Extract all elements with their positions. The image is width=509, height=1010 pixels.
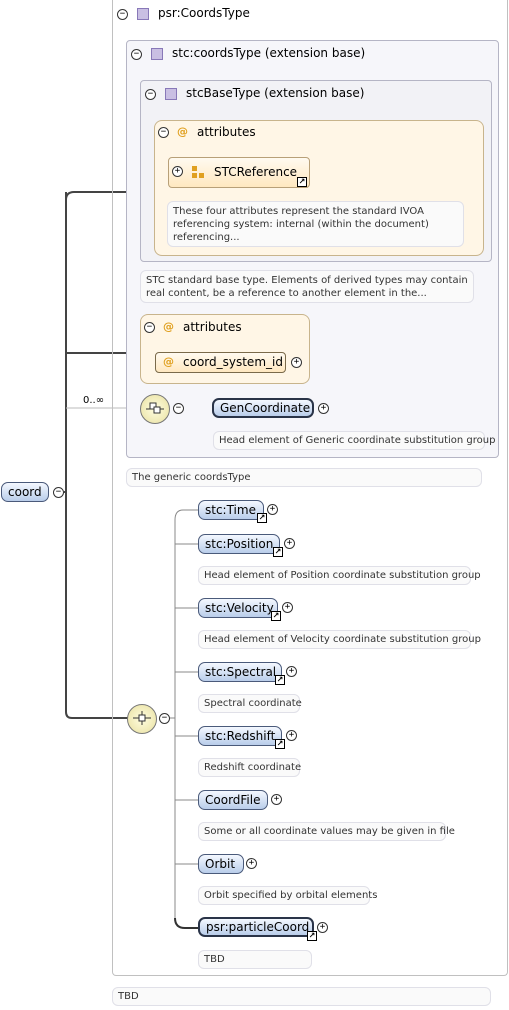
element-gencoordinate[interactable]: GenCoordinate <box>212 398 314 418</box>
collapse-icon[interactable]: − <box>53 487 64 498</box>
cardinality-label: 0..∞ <box>83 395 105 406</box>
expand-icon[interactable]: + <box>318 403 329 414</box>
expand-icon[interactable]: + <box>286 666 297 677</box>
annotation: These four attributes represent the stan… <box>167 201 464 247</box>
link-arrow-icon[interactable]: ↗ <box>257 513 267 523</box>
link-arrow-icon[interactable]: ↗ <box>275 739 285 749</box>
link-arrow-icon[interactable]: ↗ <box>275 675 285 685</box>
element-stc-time[interactable]: stc:Time <box>198 500 264 520</box>
link-arrow-icon[interactable]: ↗ <box>271 611 281 621</box>
attribute-group-icon <box>192 166 204 178</box>
annotation: Head element of Generic coordinate subst… <box>213 431 495 450</box>
annotation: Orbit specified by orbital elements <box>198 886 377 905</box>
expand-icon[interactable]: + <box>317 922 328 933</box>
element-stc-position[interactable]: stc:Position <box>198 534 280 554</box>
collapse-icon[interactable]: − <box>145 89 156 100</box>
expand-icon[interactable]: + <box>286 730 297 741</box>
expand-icon[interactable]: + <box>267 504 278 515</box>
attribute-icon: @ <box>163 320 174 333</box>
attribute-icon: @ <box>177 125 188 138</box>
element-stc-spectral[interactable]: stc:Spectral <box>198 662 282 682</box>
collapse-icon[interactable]: − <box>159 713 170 724</box>
type-panel-title: psr:CoordsType <box>158 6 250 20</box>
collapse-icon[interactable]: − <box>173 403 184 414</box>
expand-icon[interactable]: + <box>246 858 257 869</box>
annotation: Redshift coordinate <box>198 758 301 777</box>
annotation: Head element of Velocity coordinate subs… <box>198 630 481 649</box>
expand-icon[interactable]: + <box>172 166 183 177</box>
stcreference-label: STCReference <box>214 165 298 179</box>
link-arrow-icon[interactable]: ↗ <box>273 547 283 557</box>
annotation: TBD <box>112 987 491 1006</box>
annotation: STC standard base type. Elements of deri… <box>140 270 474 303</box>
root-element-coord[interactable]: coord <box>1 482 49 502</box>
collapse-icon[interactable]: − <box>131 49 142 60</box>
link-arrow-icon[interactable]: ↗ <box>297 177 307 187</box>
attribute-group-title: attributes <box>197 125 256 139</box>
link-arrow-icon[interactable]: ↗ <box>307 931 317 941</box>
collapse-icon[interactable]: − <box>144 322 155 333</box>
annotation: Some or all coordinate values may be giv… <box>198 822 455 841</box>
choice-icon[interactable] <box>127 704 157 734</box>
expand-icon[interactable]: + <box>291 357 302 368</box>
element-psr-particlecoord[interactable]: psr:particleCoord <box>198 917 314 937</box>
attribute-label: coord_system_id <box>183 355 283 369</box>
element-stc-velocity[interactable]: stc:Velocity <box>198 598 278 618</box>
collapse-icon[interactable]: − <box>158 127 169 138</box>
element-orbit[interactable]: Orbit <box>198 854 244 874</box>
expand-icon[interactable]: + <box>284 538 295 549</box>
complex-type-icon <box>137 8 149 20</box>
collapse-icon[interactable]: − <box>117 9 128 20</box>
extension-panel-title: stc:coordsType (extension base) <box>172 46 366 60</box>
element-coordfile[interactable]: CoordFile <box>198 790 268 810</box>
attribute-group-title: attributes <box>183 320 242 334</box>
annotation: Spectral coordinate <box>198 694 302 713</box>
annotation: Head element of Position coordinate subs… <box>198 566 481 585</box>
annotation: TBD <box>198 950 312 969</box>
expand-icon[interactable]: + <box>282 602 293 613</box>
element-stc-redshift[interactable]: stc:Redshift <box>198 726 282 746</box>
attribute-icon: @ <box>163 355 174 368</box>
expand-icon[interactable]: + <box>271 794 282 805</box>
sequence-icon[interactable] <box>140 394 170 424</box>
extension-panel-title: stcBaseType (extension base) <box>186 86 365 100</box>
complex-type-icon <box>165 88 177 100</box>
complex-type-icon <box>151 48 163 60</box>
annotation: The generic coordsType <box>126 468 482 487</box>
